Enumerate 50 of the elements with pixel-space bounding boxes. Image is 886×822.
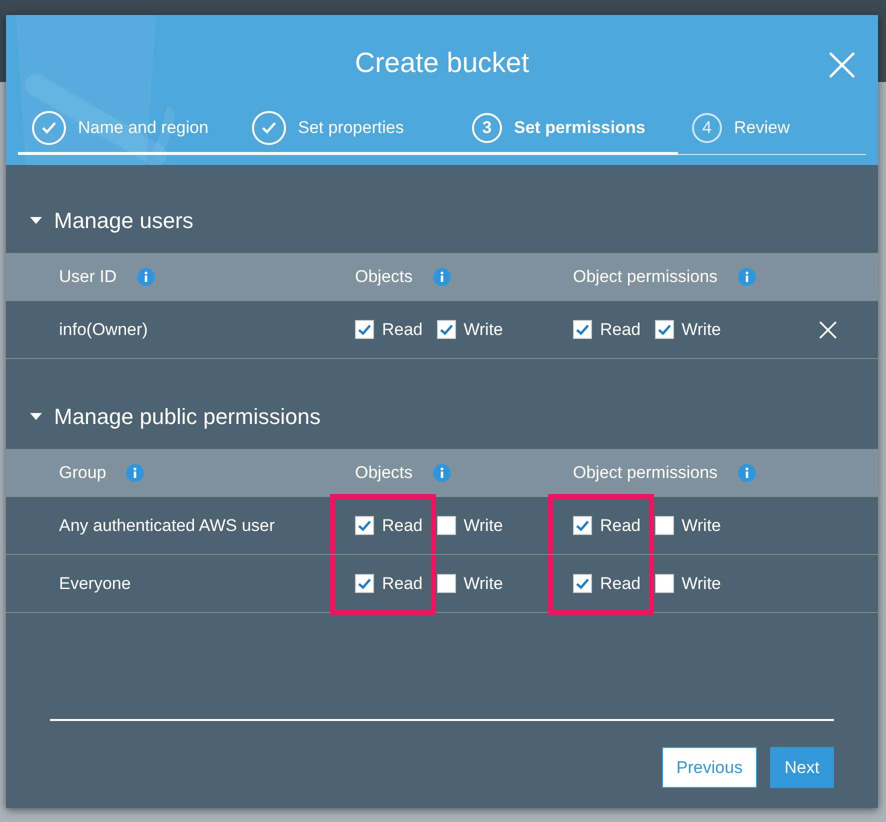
column-header: Object permissions [573,463,718,483]
checkbox-label[interactable]: Write [682,320,721,340]
checkbox-label[interactable]: Read [600,574,641,594]
checkbox[interactable] [436,320,456,339]
checkbox[interactable] [573,516,592,535]
column-header: Object permissions [573,267,718,287]
section-heading[interactable]: Manage users [54,208,194,234]
section-heading[interactable]: Manage public permissions [54,404,321,430]
column-header: Objects [355,267,413,287]
checkbox[interactable] [654,320,674,339]
table-cell: info(Owner) [59,320,148,340]
checkbox-label[interactable]: Read [382,320,423,340]
column-header: User ID [59,267,117,287]
caret-down-icon[interactable] [30,217,42,225]
info-icon[interactable] [136,268,155,286]
checkbox-label[interactable]: Write [682,516,721,536]
checkbox[interactable] [355,320,374,339]
previous-button[interactable]: Previous [662,747,757,788]
checkbox-label[interactable]: Read [600,516,641,536]
table-cell: Everyone [59,574,131,594]
info-icon[interactable] [738,464,756,482]
checkbox[interactable] [436,516,456,535]
checkbox[interactable] [654,516,674,535]
dialog-title: Create bucket [354,47,530,79]
step-number: 4 [692,113,722,143]
info-icon[interactable] [738,268,756,286]
checkbox[interactable] [436,574,456,593]
checkbox[interactable] [573,320,592,339]
checkbox-label[interactable]: Read [382,516,423,536]
table-cell: Any authenticated AWS user [59,516,275,536]
checkbox-label[interactable]: Write [464,574,503,594]
checkbox[interactable] [654,574,674,593]
step-number: 3 [472,113,502,143]
next-button[interactable]: Next [770,747,834,788]
column-header: Group [59,463,106,483]
column-header: Objects [355,463,413,483]
info-icon[interactable] [126,464,144,482]
checkbox[interactable] [355,574,374,593]
checkbox-label[interactable]: Write [464,516,503,536]
remove-icon[interactable] [818,320,838,340]
info-icon[interactable] [432,268,451,286]
info-icon[interactable] [432,464,451,482]
checkbox[interactable] [573,574,592,593]
caret-down-icon[interactable] [30,413,42,421]
close-icon[interactable] [828,51,856,79]
checkbox-label[interactable]: Write [464,320,503,340]
checkbox-label[interactable]: Read [382,574,423,594]
checkbox[interactable] [355,516,374,535]
checkbox-label[interactable]: Read [600,320,641,340]
checkbox-label[interactable]: Write [682,574,721,594]
